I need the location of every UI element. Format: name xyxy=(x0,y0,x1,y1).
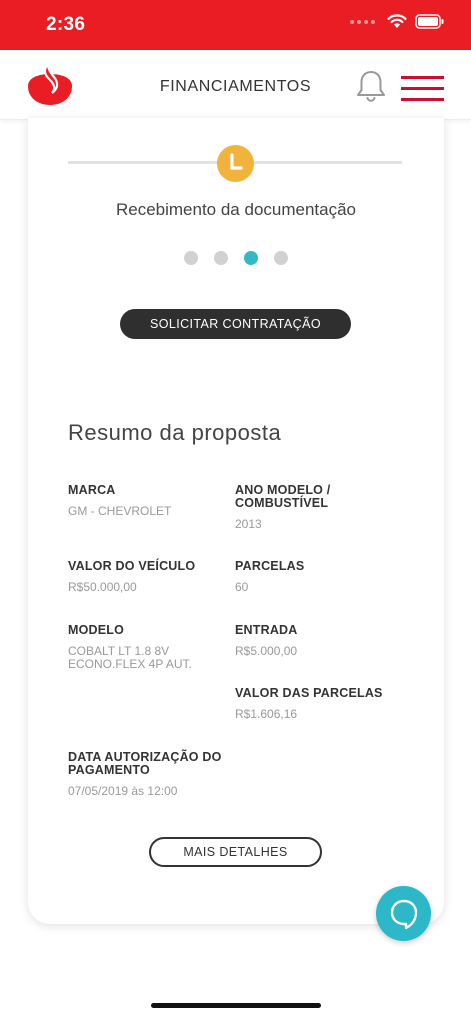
field-entrada: ENTRADA R$5.000,00 xyxy=(235,623,298,658)
field-data-autorizacao: DATA AUTORIZAÇÃO DO PAGAMENTO 07/05/2019… xyxy=(68,750,222,798)
field-valor-veiculo: VALOR DO VEÍCULO R$50.000,00 xyxy=(68,559,196,594)
field-marca: MARCA GM - CHEVROLET xyxy=(68,483,172,518)
request-contract-button[interactable]: SOLICITAR CONTRATAÇÃO xyxy=(120,309,351,339)
chat-bubble-icon xyxy=(390,899,417,929)
status-time: 2:36 xyxy=(46,14,86,35)
wifi-icon xyxy=(387,14,407,28)
step-dot-3-active[interactable] xyxy=(244,251,258,265)
step-dot-2[interactable] xyxy=(214,251,228,265)
status-bar: 2:36 xyxy=(0,0,471,50)
field-parcelas: PARCELAS 60 xyxy=(235,559,305,594)
battery-icon xyxy=(415,14,444,29)
current-step-label: Recebimento da documentação xyxy=(115,200,357,219)
hamburger-menu-icon[interactable] xyxy=(401,76,444,102)
step-dot-4[interactable] xyxy=(274,251,288,265)
more-details-button[interactable]: MAIS DETALHES xyxy=(149,837,322,867)
proposal-card: Recebimento da documentação SOLICITAR CO… xyxy=(28,118,444,924)
field-modelo: MODELO COBALT LT 1.8 8V ECONO.FLEX 4P AU… xyxy=(68,623,192,671)
step-pagination xyxy=(184,251,288,265)
chat-button[interactable] xyxy=(376,886,431,941)
cellular-signal-icon xyxy=(350,19,375,24)
field-ano-modelo: ANO MODELO / COMBUSTÍVEL 2013 xyxy=(235,483,331,531)
app-header: FINANCIAMENTOS xyxy=(0,50,471,120)
summary-title: Resumo da proposta xyxy=(68,420,282,445)
step-dot-1[interactable] xyxy=(184,251,198,265)
bell-icon[interactable] xyxy=(355,69,387,108)
status-icons xyxy=(350,14,445,29)
clock-icon xyxy=(217,145,254,182)
home-indicator[interactable] xyxy=(151,1003,321,1008)
field-valor-parcelas: VALOR DAS PARCELAS R$1.606,16 xyxy=(235,686,383,721)
